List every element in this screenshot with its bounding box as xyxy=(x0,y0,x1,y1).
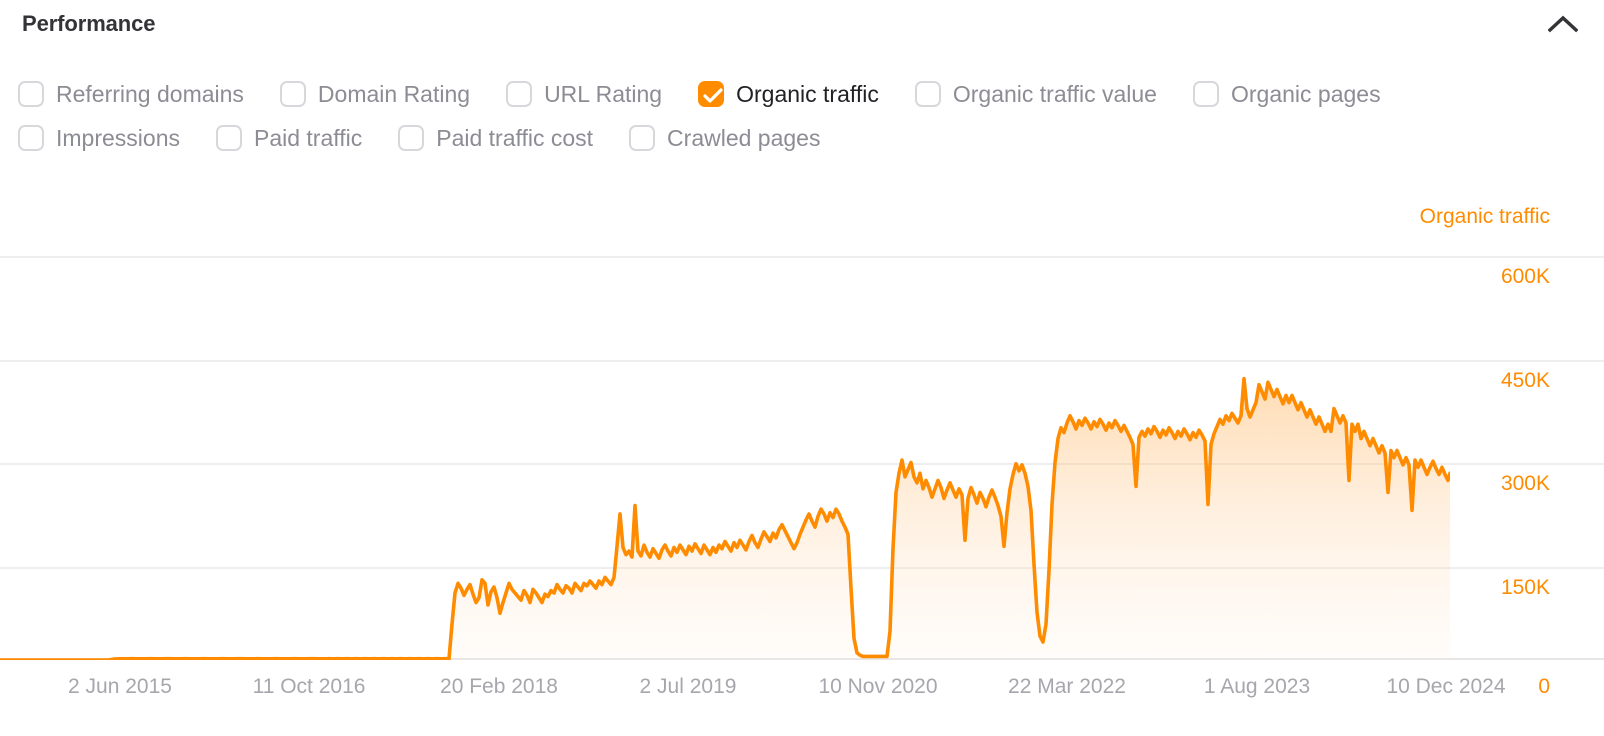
metric-label: Paid traffic xyxy=(253,124,363,151)
metric-crawled-pages[interactable]: Crawled pages xyxy=(629,125,820,151)
x-tick-label: 10 Nov 2020 xyxy=(818,675,938,698)
metric-impressions[interactable]: Impressions xyxy=(18,125,180,151)
checkbox-icon[interactable] xyxy=(215,125,242,151)
metric-paid-traffic-cost[interactable]: Paid traffic cost xyxy=(398,125,593,151)
x-tick-label: 2 Jul 2019 xyxy=(639,675,737,698)
y-axis-title: Organic traffic xyxy=(1419,205,1550,228)
checkbox-checked-icon[interactable] xyxy=(698,81,725,107)
metric-label: Organic traffic value xyxy=(952,80,1157,107)
metric-label: Paid traffic cost xyxy=(436,124,594,151)
metric-label: Organic pages xyxy=(1230,80,1381,107)
metric-organic-traffic-value[interactable]: Organic traffic value xyxy=(914,80,1157,107)
metric-label: Referring domains xyxy=(56,80,244,107)
x-tick-label: 11 Oct 2016 xyxy=(252,675,366,698)
checkbox-icon[interactable] xyxy=(914,81,941,107)
checkbox-icon[interactable] xyxy=(506,81,533,107)
checkbox-icon[interactable] xyxy=(629,125,656,151)
performance-chart: Organic traffic 600K 450K 300K 150K 0 2 … xyxy=(0,190,1604,736)
performance-panel: Performance Referring domains Domain Rat… xyxy=(0,0,1604,736)
checkbox-icon[interactable] xyxy=(18,81,44,107)
metric-label: Domain Rating xyxy=(317,80,471,107)
organic-traffic-series xyxy=(0,376,1450,660)
y-tick-label-zero: 0 xyxy=(1538,675,1550,698)
plot-area xyxy=(0,256,1604,660)
metric-domain-rating[interactable]: Domain Rating xyxy=(279,80,471,107)
metric-row-1: Referring domains Domain Rating URL Rati… xyxy=(18,72,1588,116)
y-tick-label: 150K xyxy=(1500,576,1550,599)
checkbox-icon[interactable] xyxy=(1192,81,1219,107)
x-tick-label: 2 Jun 2015 xyxy=(68,675,172,698)
checkbox-icon[interactable] xyxy=(18,125,44,151)
metric-organic-pages[interactable]: Organic pages xyxy=(1192,80,1381,107)
metric-referring-domains[interactable]: Referring domains xyxy=(18,81,244,107)
metric-label: Crawled pages xyxy=(667,124,821,151)
y-tick-label: 450K xyxy=(1500,369,1550,392)
metric-url-rating[interactable]: URL Rating xyxy=(506,81,662,107)
metric-label: Impressions xyxy=(56,124,180,151)
metric-toggles: Referring domains Domain Rating URL Rati… xyxy=(18,72,1588,160)
metric-paid-traffic[interactable]: Paid traffic xyxy=(215,124,363,151)
x-tick-label: 20 Feb 2018 xyxy=(440,675,558,698)
x-tick-label: 1 Aug 2023 xyxy=(1203,675,1311,698)
y-tick-label: 300K xyxy=(1500,472,1550,495)
metric-organic-traffic[interactable]: Organic traffic xyxy=(698,81,879,107)
metric-row-2: Impressions Paid traffic Paid traffic co… xyxy=(18,116,1588,160)
y-tick-label: 600K xyxy=(1500,265,1550,288)
x-tick-label: 10 Dec 2024 xyxy=(1386,675,1506,698)
chevron-up-icon[interactable] xyxy=(1546,7,1580,41)
checkbox-icon[interactable] xyxy=(398,125,425,151)
metric-label: URL Rating xyxy=(544,80,663,107)
metric-label: Organic traffic xyxy=(736,80,879,107)
page-title: Performance xyxy=(22,11,156,36)
x-tick-label: 22 Mar 2022 xyxy=(1008,675,1126,698)
panel-header: Performance xyxy=(0,0,1604,48)
checkbox-icon[interactable] xyxy=(279,81,306,107)
